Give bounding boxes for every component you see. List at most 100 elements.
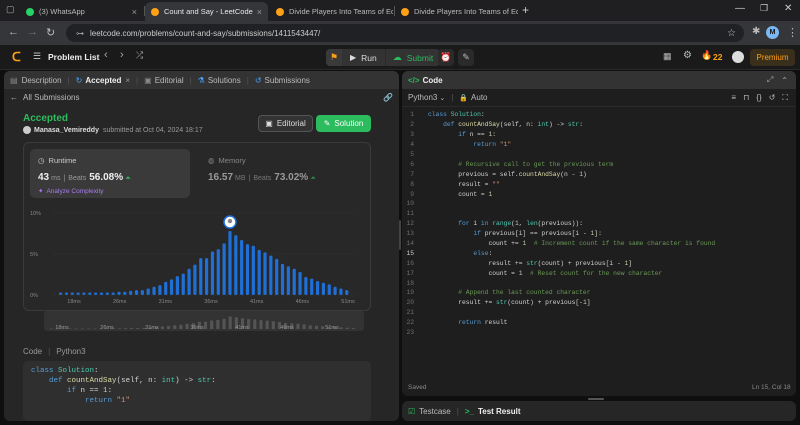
- code-line[interactable]: 9 count = 1: [402, 189, 796, 199]
- minimize-icon[interactable]: —: [735, 3, 745, 14]
- chart-overview-bar: [160, 326, 164, 329]
- code-text: result = "": [428, 180, 500, 188]
- code-line[interactable]: 4 return "1": [402, 140, 796, 150]
- prev-problem-icon[interactable]: ‹: [104, 49, 108, 61]
- code-line[interactable]: 22 return result: [402, 318, 796, 328]
- bookmark-icon[interactable]: ⊓: [743, 93, 749, 102]
- submitter-name[interactable]: Manasa_Vemireddy: [34, 127, 99, 134]
- tab-test-result[interactable]: Test Result: [478, 407, 521, 416]
- chart-bar: [146, 288, 150, 295]
- solution-button[interactable]: ✎ Solution: [316, 115, 371, 132]
- code-editor[interactable]: 1 class Solution: 2 def countAndSay(self, …: [402, 110, 796, 350]
- premium-button[interactable]: Premium: [750, 49, 795, 66]
- editorial-button[interactable]: ▣ Editorial: [258, 115, 313, 132]
- chart-overview-bar: [210, 320, 214, 329]
- code-line[interactable]: 18: [402, 278, 796, 288]
- streak-count[interactable]: 22: [713, 52, 722, 62]
- reload-icon[interactable]: ↻: [46, 26, 55, 39]
- code-line[interactable]: 6 # Recursive call to get the previous t…: [402, 159, 796, 169]
- browser-tab-count-and-say[interactable]: Count and Say - LeetCode ×: [145, 2, 268, 21]
- code-label: Code: [23, 347, 43, 356]
- language-selector[interactable]: Python3 ⌄: [408, 93, 445, 102]
- extensions-icon[interactable]: ✱: [752, 26, 760, 37]
- code-line[interactable]: 13 if previous[i] == previous[i - 1]:: [402, 229, 796, 239]
- line-number: 1: [410, 111, 414, 119]
- code-preview[interactable]: class Solution: def countAndSay(self, n:…: [23, 361, 371, 421]
- code-line[interactable]: 16 result += str(count) + previous[i - 1…: [402, 258, 796, 268]
- code-line[interactable]: 19 # Append the last counted character: [402, 288, 796, 298]
- browser-tab-divide-players-2[interactable]: Divide Players Into Teams of Eq ×: [395, 2, 518, 21]
- auto-mode-label[interactable]: Auto: [471, 93, 487, 102]
- code-line[interactable]: 15 else:: [402, 248, 796, 258]
- line-number: 6: [410, 160, 414, 168]
- code-line[interactable]: 5: [402, 150, 796, 160]
- all-submissions-link[interactable]: ← All Submissions: [10, 93, 79, 102]
- code-line[interactable]: 14 count += 1 # Increment count if the s…: [402, 239, 796, 249]
- tab-accepted[interactable]: Accepted: [85, 76, 121, 85]
- collapse-icon[interactable]: ⌃: [781, 76, 788, 85]
- layout-icon[interactable]: ▦: [663, 51, 672, 62]
- code-line[interactable]: 17 count = 1 # Reset count for the new c…: [402, 268, 796, 278]
- code-line[interactable]: 7 previous = self.countAndSay(n - 1): [402, 169, 796, 179]
- problem-list-link[interactable]: Problem List: [48, 52, 99, 62]
- address-bar[interactable]: ⊶ leetcode.com/problems/count-and-say/su…: [66, 24, 744, 42]
- bookmark-star-icon[interactable]: ☆: [727, 28, 736, 39]
- tab-search-icon[interactable]: ▢: [6, 4, 18, 16]
- code-line[interactable]: 1 class Solution:: [402, 110, 796, 120]
- tab-title: (3) WhatsApp: [39, 7, 85, 16]
- tab-testcase[interactable]: Testcase: [419, 407, 451, 416]
- maximize-icon[interactable]: ❐: [760, 3, 768, 14]
- close-tab-icon[interactable]: ×: [257, 7, 262, 17]
- tab-solutions[interactable]: Solutions: [208, 76, 241, 85]
- run-button[interactable]: ▶ Run: [342, 49, 385, 66]
- runtime-distribution-chart[interactable]: 10% 5% 0% 18ms 26ms 31ms 36ms 41ms 46ms 51ms 18ms 2…: [24, 143, 370, 333]
- reset-icon[interactable]: ↺: [769, 93, 776, 102]
- settings-gear-icon[interactable]: ⚙: [683, 50, 692, 61]
- editor-resize-handle[interactable]: [588, 398, 604, 400]
- code-line[interactable]: 11: [402, 209, 796, 219]
- debug-icon[interactable]: ⚑: [326, 49, 342, 66]
- browser-tab-whatsapp[interactable]: (3) WhatsApp ×: [20, 2, 143, 21]
- panel-splitter[interactable]: [399, 220, 401, 250]
- site-info-icon[interactable]: ⊶: [76, 29, 84, 38]
- chart-overview-tick-label: 46ms: [280, 325, 294, 331]
- profile-avatar[interactable]: M: [766, 26, 779, 39]
- code-line[interactable]: 8 result = "": [402, 179, 796, 189]
- code-line[interactable]: 23: [402, 328, 796, 338]
- leetcode-logo-icon[interactable]: ᑕ: [12, 50, 21, 64]
- code-line[interactable]: 20 result += str(count) + previous[-1]: [402, 298, 796, 308]
- back-arrow-icon[interactable]: ←: [8, 26, 19, 38]
- next-problem-icon[interactable]: ›: [120, 49, 124, 61]
- close-tab-icon[interactable]: ×: [132, 7, 137, 17]
- timer-icon[interactable]: ⏰: [438, 49, 454, 66]
- link-icon[interactable]: 🔗: [383, 93, 393, 102]
- format-icon[interactable]: ≡: [731, 93, 736, 102]
- leetcode-header: ᑕ ☰ Problem List ‹ › ⤮ ⚑ ▶ Run ☁ Submit …: [0, 45, 800, 70]
- notes-icon[interactable]: ✎: [458, 49, 474, 66]
- close-window-icon[interactable]: ✕: [784, 3, 792, 14]
- terminal-icon: >_: [464, 406, 474, 416]
- browser-menu-icon[interactable]: ⋮: [787, 26, 798, 39]
- fullscreen-icon[interactable]: ⛶: [782, 93, 788, 103]
- code-line[interactable]: 3 if n == 1:: [402, 130, 796, 140]
- close-tab-icon[interactable]: ×: [125, 76, 130, 85]
- expand-icon[interactable]: ⤢: [767, 75, 773, 85]
- browser-tab-divide-players-1[interactable]: Divide Players Into Teams of Eq ×: [270, 2, 393, 21]
- user-avatar[interactable]: [732, 51, 744, 63]
- code-line[interactable]: 21: [402, 308, 796, 318]
- shuffle-icon[interactable]: ⤮: [136, 50, 143, 61]
- submit-button[interactable]: ☁ Submit: [385, 49, 441, 66]
- tab-editorial[interactable]: Editorial: [155, 76, 184, 85]
- tab-description[interactable]: Description: [22, 76, 62, 85]
- code-text: # Append the last counted character: [458, 289, 591, 297]
- chart-bar: [263, 252, 267, 295]
- code-line[interactable]: 10: [402, 199, 796, 209]
- new-tab-button[interactable]: +: [522, 3, 529, 17]
- braces-icon[interactable]: {}: [756, 93, 761, 102]
- code-line[interactable]: 12 for i in range(1, len(previous)):: [402, 219, 796, 229]
- tab-submissions[interactable]: Submissions: [265, 76, 310, 85]
- chart-x-tick-label: 31ms: [159, 299, 173, 305]
- code-line[interactable]: 2 def countAndSay(self, n: int) -> str:: [402, 120, 796, 130]
- chart-bar: [269, 255, 273, 295]
- forward-arrow-icon[interactable]: →: [27, 26, 38, 38]
